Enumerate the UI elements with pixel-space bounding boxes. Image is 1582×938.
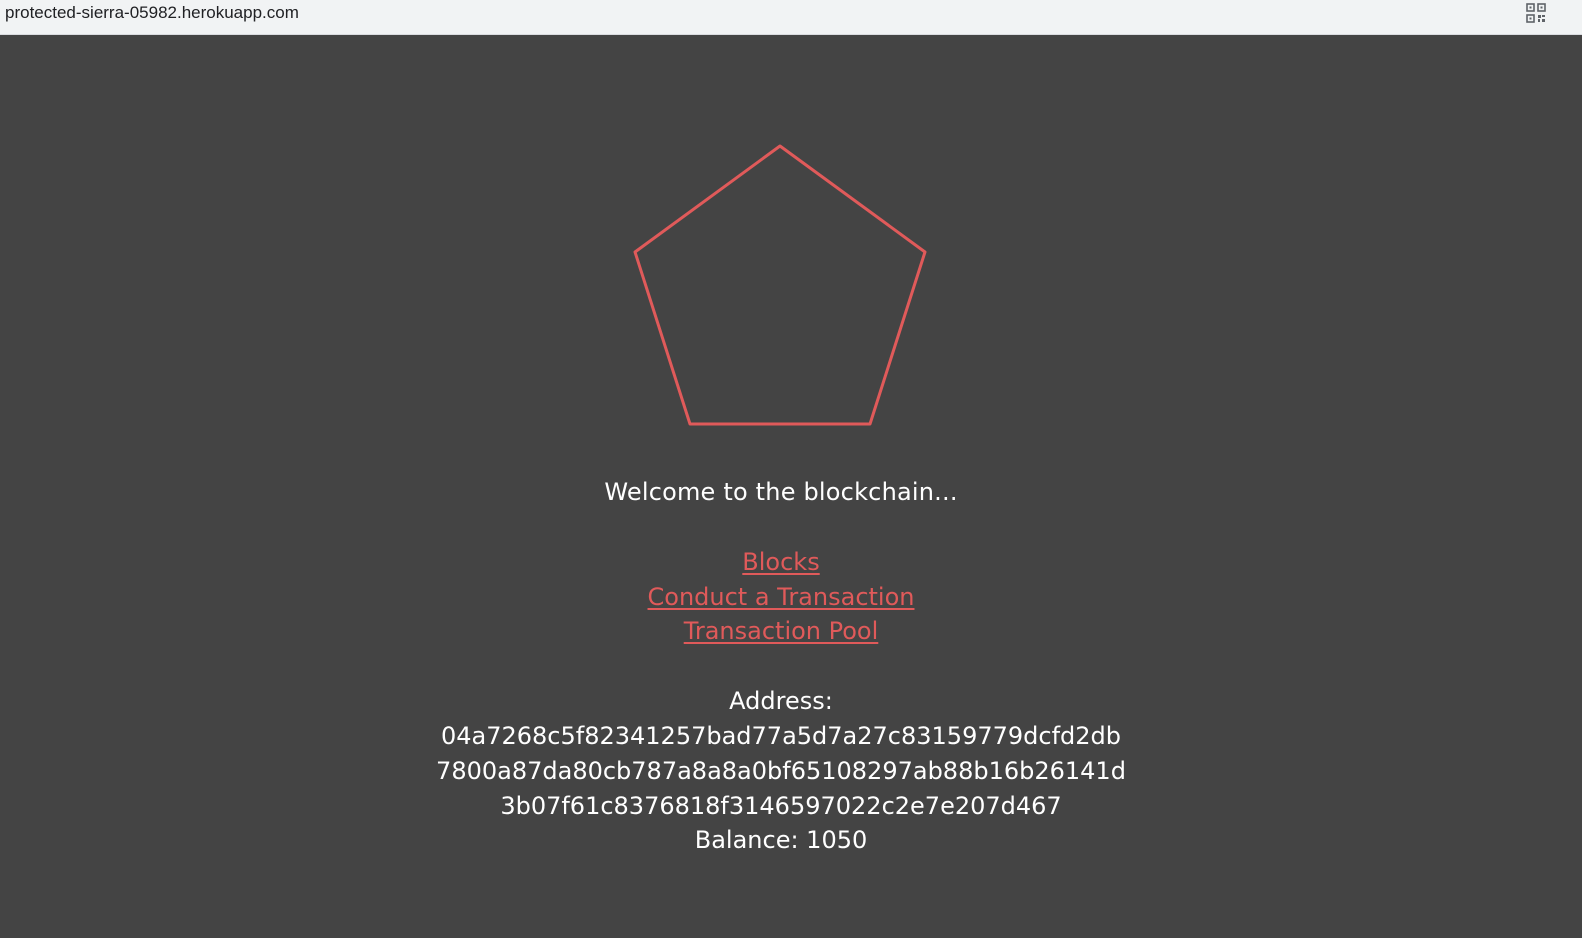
address-bar[interactable]: protected-sierra-05982.herokuapp.com <box>5 3 299 23</box>
browser-toolbar: protected-sierra-05982.herokuapp.com <box>0 0 1582 35</box>
main-content: Welcome to the blockchain... Blocks Cond… <box>0 475 1562 858</box>
welcome-text: Welcome to the blockchain... <box>604 478 958 506</box>
balance-text: Balance: 1050 <box>694 826 868 855</box>
conduct-transaction-link[interactable]: Conduct a Transaction <box>0 580 1562 615</box>
address-line-3: 3b07f61c8376818f3146597022c2e7e207d467 <box>500 791 1062 820</box>
blocks-link[interactable]: Blocks <box>0 545 1562 580</box>
qr-code-icon[interactable] <box>1525 2 1547 24</box>
transaction-pool-link[interactable]: Transaction Pool <box>0 614 1562 649</box>
pentagon-icon <box>630 140 930 430</box>
app-page: Welcome to the blockchain... Blocks Cond… <box>0 35 1582 938</box>
address-line-1: 04a7268c5f82341257bad77a5d7a27c83159779d… <box>440 721 1122 750</box>
nav-links: Blocks Conduct a Transaction Transaction… <box>0 545 1562 649</box>
address-line-2: 7800a87da80cb787a8a8a0bf65108297ab88b16b… <box>436 756 1126 785</box>
address-label: Address: <box>729 687 833 716</box>
wallet-info: Address: 04a7268c5f82341257bad77a5d7a27c… <box>0 684 1562 858</box>
